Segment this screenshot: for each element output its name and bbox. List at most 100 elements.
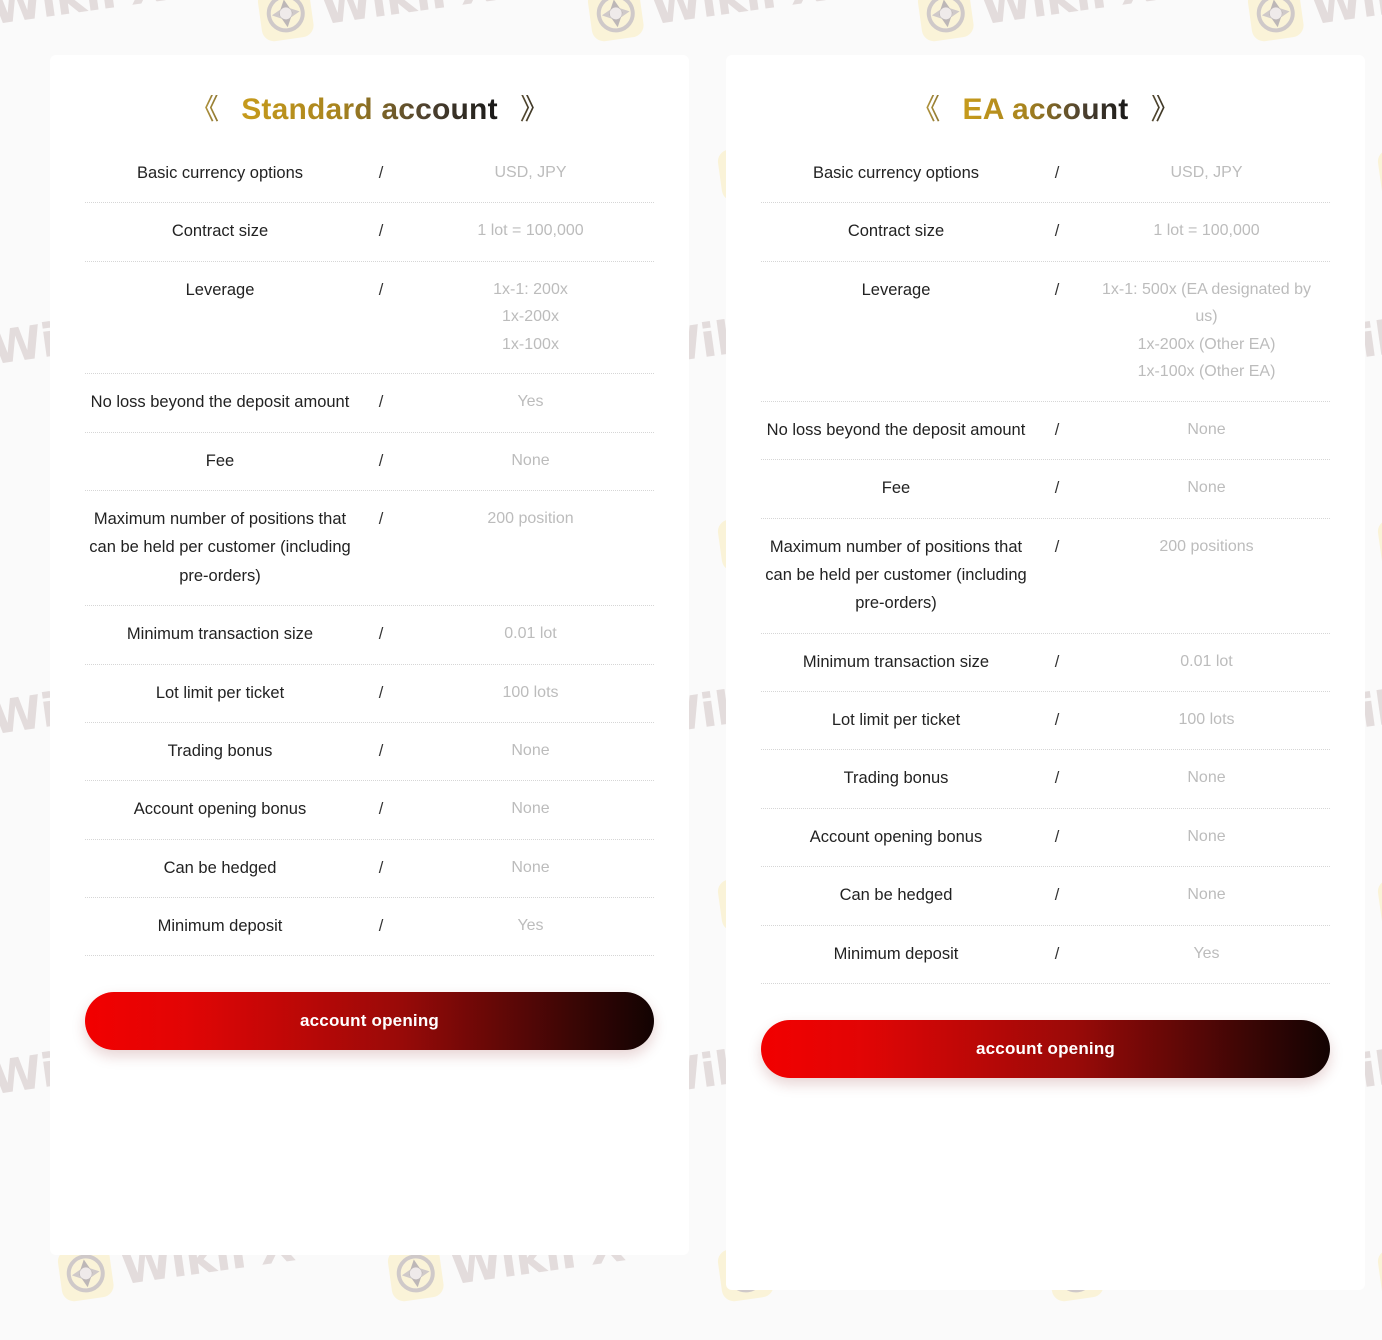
- spec-row: Basic currency options / USD, JPY: [761, 145, 1330, 204]
- spec-row-label: Contract size: [847, 222, 945, 241]
- spec-row-separator: /: [378, 510, 384, 529]
- spec-row-label: Minimum deposit: [157, 917, 283, 936]
- spec-row-separator: /: [378, 917, 384, 936]
- spec-row-value: Yes: [1193, 944, 1220, 962]
- spec-row-separator: /: [1054, 164, 1060, 182]
- spec-row: Basic currency options / USD, JPY: [85, 145, 654, 204]
- spec-row-separator: /: [1054, 222, 1060, 241]
- wikifx-eagle-logo-icon: [1376, 144, 1382, 203]
- spec-row: Account opening bonus / None: [761, 809, 1330, 868]
- watermark: WikiFX: [1246, 0, 1382, 44]
- spec-row: Fee / None: [85, 433, 654, 492]
- watermark-text: WikiFX: [978, 0, 1158, 35]
- spec-row-value: 200 positions: [1159, 537, 1254, 555]
- spec-row: Maximum number of positions that can be …: [761, 519, 1330, 634]
- spec-row: Maximum number of positions that can be …: [85, 491, 654, 607]
- spec-row: No loss beyond the deposit amount / Yes: [85, 374, 654, 433]
- spec-row-label: No loss beyond the deposit amount: [766, 420, 1026, 439]
- spec-row: Minimum transaction size / 0.01 lot: [761, 634, 1330, 693]
- chevron-left-icon: 《: [189, 92, 220, 127]
- spec-row-separator: /: [1054, 711, 1060, 730]
- spec-row: Contract size / 1 lot = 100,000: [761, 203, 1330, 262]
- spec-row-separator: /: [1054, 944, 1060, 963]
- spec-row-separator: /: [1054, 652, 1060, 671]
- spec-row: Can be hedged / None: [761, 867, 1330, 926]
- spec-row-value: 0.01 lot: [1180, 652, 1233, 670]
- spec-row-value: None: [1187, 769, 1226, 787]
- watermark: WikiFX: [1376, 487, 1382, 573]
- spec-row: Contract size / 1 lot = 100,000: [85, 203, 654, 262]
- watermark-text: WikiFX: [1308, 0, 1382, 35]
- spec-row-label: Contract size: [171, 222, 269, 241]
- spec-row-label: Account opening bonus: [809, 827, 983, 846]
- watermark: WikiFX: [586, 0, 827, 44]
- wikifx-eagle-logo-icon: [256, 0, 316, 43]
- watermark-text: WikiFX: [648, 0, 828, 35]
- cta-wrap-ea: account opening: [726, 984, 1365, 1078]
- spec-row: Minimum deposit / Yes: [761, 926, 1330, 984]
- spec-row-value: None: [1187, 479, 1226, 497]
- spec-row-label: Fee: [881, 479, 911, 498]
- spec-row-value: None: [1187, 827, 1226, 845]
- spec-row-separator: /: [378, 280, 384, 299]
- spec-row: Trading bonus / None: [761, 750, 1330, 809]
- spec-row: Minimum transaction size / 0.01 lot: [85, 606, 654, 665]
- account-opening-button[interactable]: account opening: [85, 992, 654, 1051]
- spec-row: Can be hedged / None: [85, 840, 654, 899]
- spec-row-value: None: [511, 451, 550, 469]
- card-title-text: EA account: [962, 93, 1129, 126]
- spec-row-value: 1 lot = 100,000: [1153, 222, 1260, 240]
- spec-row-label: Can be hedged: [163, 858, 277, 877]
- spec-row-value: 1x-1: 500x (EA designated by us) 1x-200x …: [1101, 280, 1312, 381]
- spec-row-label: Minimum deposit: [833, 944, 959, 963]
- spec-row-value: None: [1187, 886, 1226, 904]
- spec-row-label: Account opening bonus: [133, 800, 307, 819]
- wikifx-eagle-logo-icon: [586, 0, 646, 43]
- spec-row-value: Yes: [517, 393, 544, 411]
- spec-row-label: Leverage: [861, 280, 931, 299]
- card-title-ea: 《 EA account 》: [726, 55, 1365, 145]
- spec-row-label: Basic currency options: [813, 164, 979, 182]
- spec-row-label: Maximum number of positions that can be …: [89, 510, 351, 585]
- chevron-left-icon: 《: [910, 92, 941, 127]
- spec-row: Minimum deposit / Yes: [85, 898, 654, 957]
- card-title-text: Standard account: [241, 93, 498, 126]
- spec-row-separator: /: [378, 164, 384, 182]
- account-opening-button[interactable]: account opening: [761, 1019, 1330, 1078]
- cta-wrap-standard: account opening: [50, 956, 689, 1051]
- spec-row-separator: /: [378, 393, 384, 412]
- spec-row-label: Maximum number of positions that can be …: [765, 537, 1027, 613]
- spec-row-value: None: [511, 741, 550, 759]
- watermark: WikiFX: [916, 0, 1157, 44]
- spec-row-label: No loss beyond the deposit amount: [90, 393, 350, 412]
- spec-row-separator: /: [1054, 827, 1060, 846]
- watermark: WikiFX: [0, 0, 167, 44]
- spec-row: Leverage / 1x-1: 500x (EA designated by us…: [761, 262, 1330, 402]
- spec-row-separator: /: [1054, 537, 1060, 556]
- spec-row-separator: /: [378, 800, 384, 819]
- spec-row: No loss beyond the deposit amount / None: [761, 402, 1330, 461]
- chevron-right-icon: 》: [519, 92, 550, 127]
- wikifx-eagle-logo-icon: [1376, 874, 1382, 933]
- spec-row-separator: /: [378, 625, 384, 644]
- watermark-text: WikiFX: [318, 0, 498, 35]
- spec-row-label: Basic currency options: [137, 164, 303, 182]
- spec-row-value: None: [511, 800, 550, 818]
- spec-row-value: 1 lot = 100,000: [477, 222, 584, 240]
- spec-row-value: 100 lots: [1178, 711, 1235, 729]
- spec-row-separator: /: [1054, 280, 1060, 299]
- chevron-right-icon: 》: [1150, 92, 1181, 127]
- spec-row-value: USD, JPY: [494, 164, 567, 181]
- wikifx-eagle-logo-icon: [1246, 0, 1306, 43]
- spec-row: Fee / None: [761, 460, 1330, 519]
- watermark: WikiFX: [1376, 117, 1382, 203]
- spec-row-separator: /: [378, 741, 384, 760]
- spec-row: Account opening bonus / None: [85, 781, 654, 840]
- watermark: WikiFX: [256, 0, 497, 44]
- spec-row-value: 100 lots: [502, 683, 559, 701]
- spec-row-separator: /: [378, 451, 384, 470]
- wikifx-eagle-logo-icon: [1376, 1244, 1382, 1303]
- spec-row-label: Fee: [205, 451, 235, 470]
- spec-row-label: Can be hedged: [839, 886, 953, 905]
- spec-row-value: 200 position: [487, 510, 574, 528]
